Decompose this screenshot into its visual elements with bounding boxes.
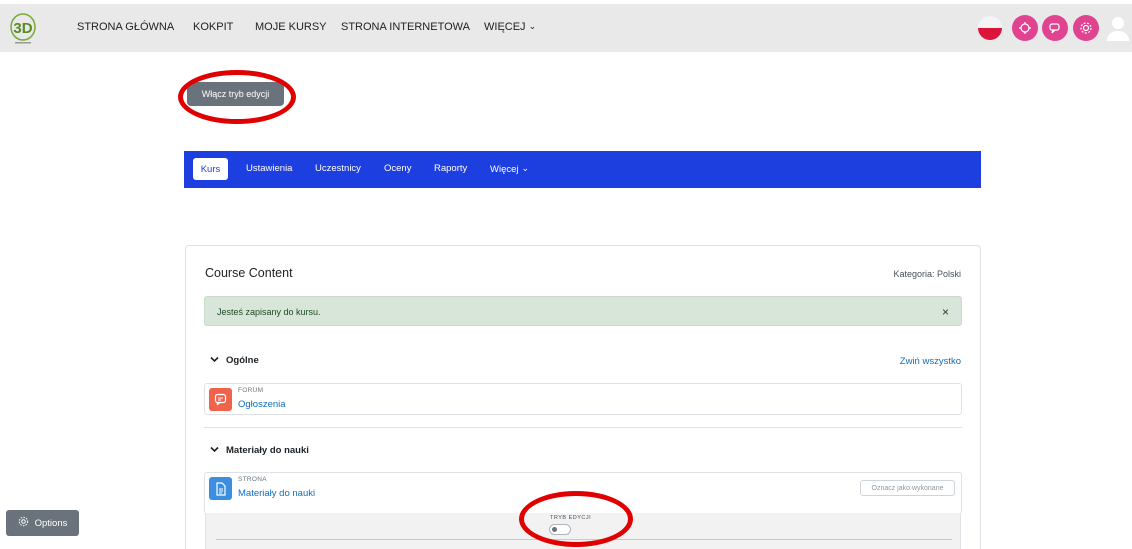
tab-grades[interactable]: Oceny (384, 163, 411, 174)
alert-text: Jesteś zapisany do kursu. (217, 307, 321, 317)
course-category: Kategoria: Polski (893, 269, 961, 279)
tab-course[interactable]: Kurs (193, 158, 228, 180)
activity-name[interactable]: Materiały do nauki (238, 488, 315, 499)
activity-type: STRONA (238, 476, 267, 483)
course-title: Course Content (205, 266, 293, 280)
activity-type: FORUM (238, 387, 264, 394)
chevron-down-icon: ⌄ (528, 21, 537, 31)
nav-home[interactable]: STRONA GŁÓWNA (77, 21, 174, 33)
tab-more[interactable]: Więcej ⌄ (490, 163, 529, 175)
nav-website[interactable]: STRONA INTERNETOWA (341, 21, 470, 33)
section-materials-header[interactable]: Materiały do nauki (210, 445, 309, 456)
gear-icon (18, 516, 29, 530)
tab-settings[interactable]: Ustawienia (246, 163, 292, 174)
section-general-header[interactable]: Ogólne (210, 355, 259, 366)
chevron-down-icon: ⌄ (521, 163, 530, 173)
activity-forum[interactable]: FORUM Ogłoszenia (204, 383, 962, 415)
tab-participants[interactable]: Uczestnicy (315, 163, 361, 174)
options-button[interactable]: Options (6, 510, 79, 536)
section-divider (204, 427, 962, 428)
activity-name[interactable]: Ogłoszenia (238, 399, 286, 410)
settings-icon[interactable] (1073, 15, 1099, 41)
flag-pl-icon[interactable] (978, 16, 1002, 40)
page: 3D STRONA GŁÓWNA KOKPIT MOJE KURSY STRON… (0, 0, 1132, 549)
tab-reports[interactable]: Raporty (434, 163, 467, 174)
course-nav: Kurs Ustawienia Uczestnicy Oceny Raporty… (184, 151, 981, 188)
forum-icon (209, 388, 232, 411)
section-title: Ogólne (226, 355, 259, 366)
chevron-down-icon (210, 355, 219, 365)
enrolled-alert: Jesteś zapisany do kursu. × (204, 296, 962, 326)
section-title: Materiały do nauki (226, 445, 309, 456)
nav-my-courses[interactable]: MOJE KURSY (255, 21, 327, 33)
svg-text:3D: 3D (13, 20, 32, 37)
highlight-ellipse (178, 70, 296, 124)
top-navbar: 3D STRONA GŁÓWNA KOKPIT MOJE KURSY STRON… (0, 4, 1132, 52)
accessibility-icon[interactable] (1012, 15, 1038, 41)
page-icon (209, 477, 232, 500)
chevron-down-icon (210, 445, 219, 455)
highlight-ellipse (519, 491, 633, 547)
mark-done-button[interactable]: Oznacz jako wykonane (860, 480, 955, 496)
collapse-all-link[interactable]: Zwiń wszystko (900, 356, 961, 367)
site-logo[interactable]: 3D (8, 10, 38, 46)
user-icon[interactable] (1105, 14, 1131, 42)
nav-more[interactable]: WIĘCEJ ⌄ (484, 21, 536, 33)
nav-dashboard[interactable]: KOKPIT (193, 21, 233, 33)
options-label: Options (34, 517, 68, 529)
tab-more-label: Więcej (490, 164, 519, 175)
close-icon[interactable]: × (942, 305, 949, 319)
chat-icon[interactable] (1042, 15, 1068, 41)
nav-more-label: WIĘCEJ (484, 21, 526, 33)
